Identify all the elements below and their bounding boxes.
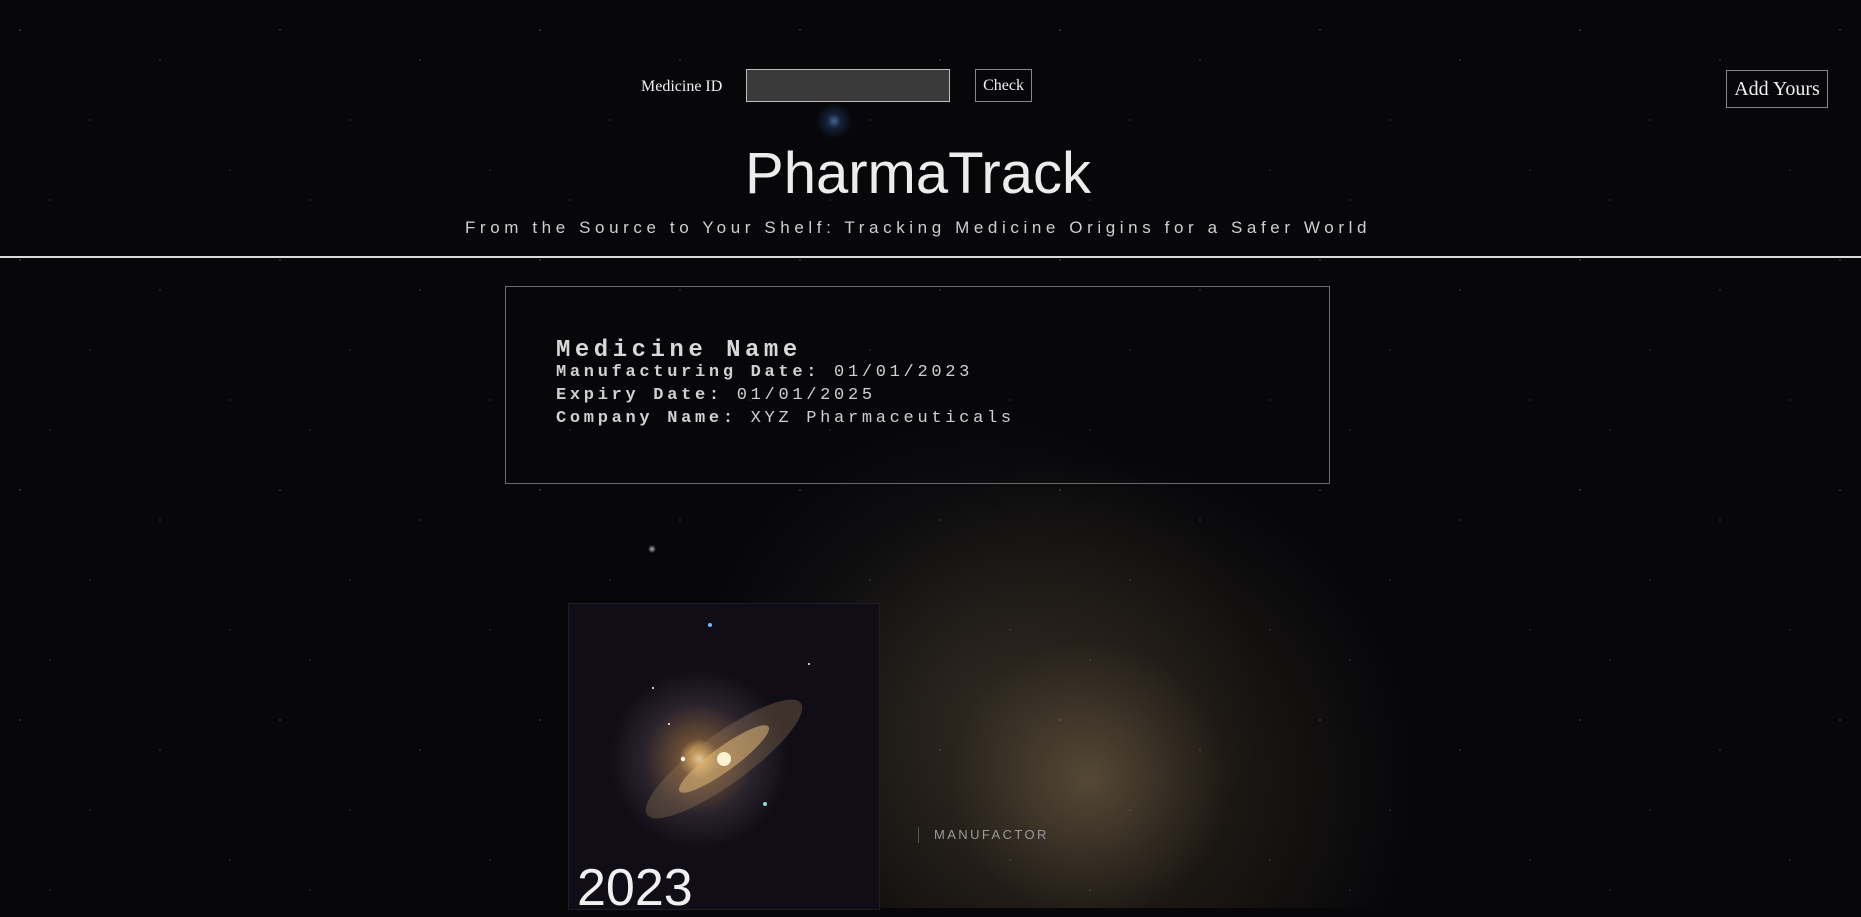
manufacturing-date-value: 01/01/2023 [834, 363, 974, 382]
header-divider [0, 256, 1861, 258]
company-name-label: Company Name: [556, 409, 737, 428]
medicine-id-label: Medicine ID [641, 78, 723, 95]
company-name-value: XYZ Pharmaceuticals [750, 409, 1015, 428]
page-subtitle: From the Source to Your Shelf: Tracking … [464, 218, 1372, 237]
expiry-date-label: Expiry Date: [556, 386, 723, 405]
page-title: PharmaTrack [745, 141, 1091, 206]
manufacturing-date-row: Manufacturing Date: 01/01/2023 [556, 363, 973, 382]
manufacturing-date-label: Manufacturing Date: [556, 363, 821, 382]
check-button[interactable]: Check [975, 69, 1032, 102]
timeline-year: 2023 [577, 859, 693, 917]
company-name-row: Company Name: XYZ Pharmaceuticals [556, 409, 1015, 428]
medicine-id-input[interactable] [746, 69, 950, 102]
medicine-search-bar: Medicine ID Check [0, 69, 1861, 103]
add-yours-button[interactable]: Add Yours [1726, 70, 1828, 108]
timeline-stage-label: MANUFACTOR [918, 827, 1049, 843]
medicine-details-card: Medicine Name Manufacturing Date: 01/01/… [505, 286, 1330, 484]
expiry-date-row: Expiry Date: 01/01/2025 [556, 386, 876, 405]
expiry-date-value: 01/01/2025 [736, 386, 876, 405]
medicine-name: Medicine Name [556, 337, 802, 364]
